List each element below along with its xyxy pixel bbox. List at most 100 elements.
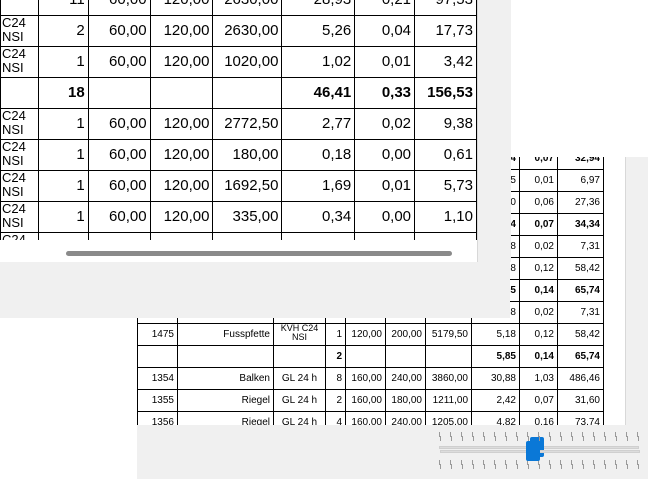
table-cell: 0,01 — [354, 170, 416, 202]
table-cell: 0,01 — [519, 169, 558, 192]
table-cell: 0,07 — [519, 213, 558, 236]
table-cell: 1,69 — [281, 170, 356, 202]
table-cell: 11 — [37, 0, 89, 16]
table-row[interactable]: C24 — [0, 232, 477, 240]
table-cell: 2,42 — [471, 389, 520, 412]
table-cell — [273, 345, 326, 368]
table-cell: 0,14 — [519, 345, 558, 368]
table-cell: 31,60 — [557, 389, 604, 412]
table-row[interactable]: 1356 Riegel GL 24 h 4 160,00 240,00 1205,00 4,8… — [137, 411, 604, 425]
table-cell: GL 24 h — [273, 389, 326, 412]
table-cell: 0,16 — [519, 411, 558, 425]
table-cell: 120,00 — [149, 201, 214, 233]
table-row[interactable]: C24 NSI 1 60,00 120,00 180,00 0,18 0,00 0,61 — [0, 139, 477, 171]
table-row[interactable]: C24 NSI 2 60,00 120,00 2630,00 5,26 0,04 17,73 — [0, 15, 477, 47]
front-horizontal-scrollbar[interactable] — [0, 240, 477, 262]
table-cell: 0,00 — [354, 139, 416, 171]
front-table-viewport[interactable]: NSI1160,00120,002630,0028,930,2197,53C24… — [0, 0, 477, 240]
table-cell: 6,97 — [557, 169, 604, 192]
slider-ticks-bottom — [440, 464, 640, 469]
table-cell: 2 — [325, 345, 346, 368]
table-cell — [281, 232, 356, 240]
table-cell: 65,74 — [557, 345, 604, 368]
table-cell: 1356 — [137, 411, 178, 425]
table-cell: 1 — [37, 108, 89, 140]
back-vertical-scrollbar[interactable] — [625, 157, 648, 425]
front-zoom-slider[interactable] — [440, 434, 640, 470]
table-cell — [414, 232, 477, 240]
table-cell: 7,31 — [557, 235, 604, 258]
table-cell: 0,14 — [519, 279, 558, 302]
table-cell — [345, 345, 386, 368]
table-row[interactable]: C24 NSI 1 60,00 120,00 1692,50 1,69 0,01 5,73 — [0, 170, 477, 202]
table-cell: 60,00 — [87, 15, 151, 47]
table-cell: 1355 — [137, 389, 178, 412]
table-cell: Balken — [177, 367, 274, 390]
material-class-cell: C24 NSI — [0, 139, 39, 171]
table-cell: 120,00 — [149, 139, 214, 171]
table-cell: 3,42 — [414, 46, 477, 78]
table-cell: 1,02 — [281, 46, 356, 78]
table-cell: 240,00 — [385, 411, 426, 425]
table-row[interactable]: 18 46,41 0,33 156,53 — [0, 77, 477, 109]
table-cell: 1020,00 — [212, 46, 283, 78]
table-cell: 0,18 — [281, 139, 356, 171]
table-cell: 60,00 — [87, 139, 151, 171]
table-row[interactable]: NSI1160,00120,002630,0028,930,2197,53 — [0, 0, 477, 16]
table-cell: 1354 — [137, 367, 178, 390]
table-cell: 120,00 — [149, 170, 214, 202]
table-cell — [87, 232, 151, 240]
table-cell: 2,77 — [281, 108, 356, 140]
table-cell: 60,00 — [87, 46, 151, 78]
table-cell: 1 — [325, 323, 346, 346]
horizontal-scroll-thumb[interactable] — [66, 251, 452, 256]
table-cell: 156,53 — [414, 77, 477, 109]
material-class-cell: C24 NSI — [0, 170, 39, 202]
table-cell: Riegel — [177, 411, 274, 425]
table-row[interactable]: 2 5,85 0,14 65,74 — [137, 345, 604, 368]
material-class-cell — [0, 77, 39, 109]
table-cell: 60,00 — [87, 201, 151, 233]
table-cell: 160,00 — [345, 389, 386, 412]
table-cell: 0,07 — [519, 157, 558, 170]
table-cell: 335,00 — [212, 201, 283, 233]
table-cell: 8 — [325, 367, 346, 390]
table-cell: 0,34 — [281, 201, 356, 233]
table-cell: 32,94 — [557, 157, 604, 170]
table-cell: 30,88 — [471, 367, 520, 390]
material-class-cell: C24 NSI — [0, 15, 39, 47]
table-cell: 4 — [325, 411, 346, 425]
table-cell — [177, 345, 274, 368]
table-cell: 0,02 — [519, 235, 558, 258]
table-row[interactable]: 1354 Balken GL 24 h 8 160,00 240,00 3860,00 30,… — [137, 367, 604, 390]
table-cell: 1 — [37, 170, 89, 202]
table-cell — [425, 345, 472, 368]
table-cell — [149, 77, 214, 109]
table-cell: 58,42 — [557, 257, 604, 280]
table-cell: 73,74 — [557, 411, 604, 425]
table-cell — [137, 345, 178, 368]
table-cell: 5,26 — [281, 15, 356, 47]
table-cell: 160,00 — [345, 367, 386, 390]
table-row[interactable]: 1475 Fusspfette KVH C24 NSI 1 120,00 200,00 517… — [137, 323, 604, 346]
table-cell: KVH C24 NSI — [273, 323, 326, 346]
table-row[interactable]: 1355 Riegel GL 24 h 2 160,00 180,00 1211,00 2,4… — [137, 389, 604, 412]
front-table-window: NSI1160,00120,002630,0028,930,2197,53C24… — [0, 0, 511, 318]
table-cell: 0,33 — [354, 77, 416, 109]
table-cell: Riegel — [177, 389, 274, 412]
table-row[interactable]: C24 NSI 1 60,00 120,00 1020,00 1,02 0,01 3,42 — [0, 46, 477, 78]
table-row[interactable]: C24 NSI 1 60,00 120,00 335,00 0,34 0,00 1,10 — [0, 201, 477, 233]
front-parts-table: NSI1160,00120,002630,0028,930,2197,53C24… — [0, 0, 477, 240]
front-vertical-scrollbar[interactable] — [477, 0, 511, 262]
table-cell: 3860,00 — [425, 367, 472, 390]
table-cell: 486,46 — [557, 367, 604, 390]
table-cell: GL 24 h — [273, 367, 326, 390]
slider-thumb[interactable] — [526, 441, 540, 461]
table-cell: 120,00 — [149, 0, 214, 16]
slider-ticks-top — [440, 436, 640, 441]
table-cell: 0,01 — [354, 46, 416, 78]
table-row[interactable]: C24 NSI 1 60,00 120,00 2772,50 2,77 0,02 9,38 — [0, 108, 477, 140]
table-cell — [212, 232, 283, 240]
table-cell: 2772,50 — [212, 108, 283, 140]
table-cell: 0,02 — [354, 108, 416, 140]
